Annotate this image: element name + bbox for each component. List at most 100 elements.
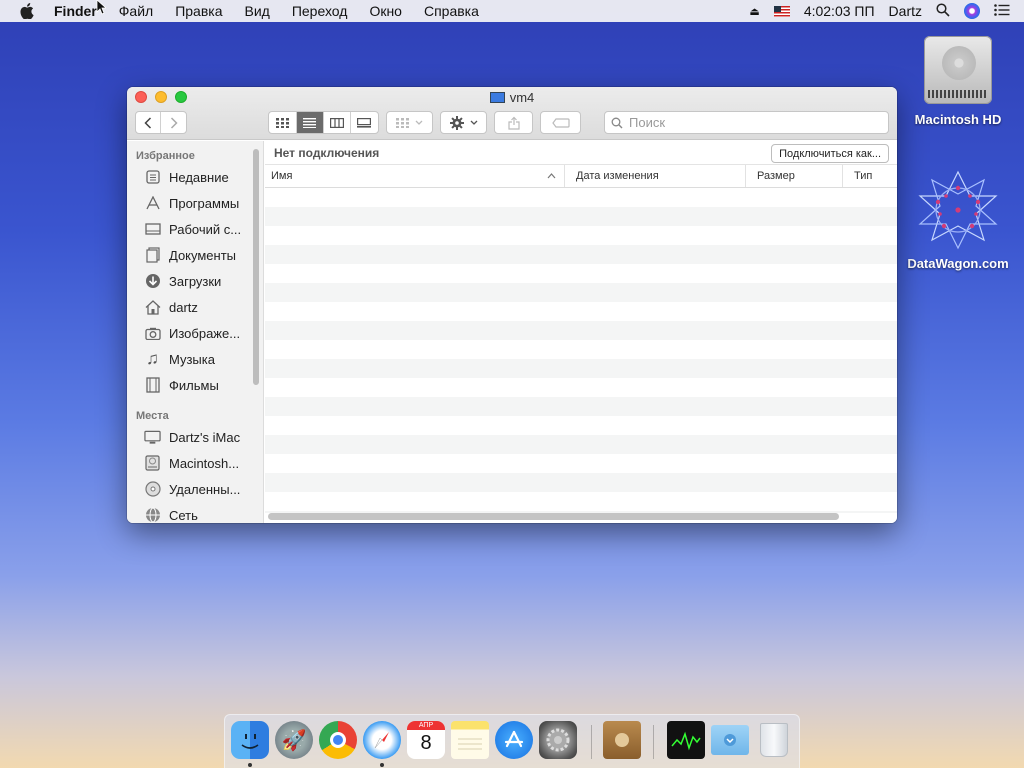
- trash-icon: [760, 723, 788, 757]
- icon-grid-icon: [276, 117, 289, 128]
- sidebar-item-macintosh-hd[interactable]: Macintosh...: [127, 450, 263, 476]
- share-icon: [507, 116, 520, 130]
- notification-center-icon[interactable]: [994, 3, 1010, 19]
- finder-face-icon: [241, 734, 259, 749]
- action-button[interactable]: [440, 111, 487, 134]
- clock[interactable]: 4:02:03 ПП: [804, 3, 875, 19]
- sidebar-item-label: Macintosh...: [169, 455, 240, 471]
- dock-safari[interactable]: [363, 721, 401, 767]
- sidebar-item-home[interactable]: dartz: [127, 294, 263, 320]
- search-field[interactable]: Поиск: [604, 111, 889, 134]
- back-button[interactable]: [136, 112, 162, 133]
- menu-view[interactable]: Вид: [234, 3, 281, 19]
- column-header-name[interactable]: Имя: [265, 165, 565, 187]
- menu-window[interactable]: Окно: [358, 3, 413, 19]
- sidebar-item-label: Удаленны...: [169, 481, 241, 497]
- spotlight-search-icon[interactable]: [936, 2, 950, 20]
- gallery-view-button[interactable]: [351, 112, 378, 133]
- rocket-icon: 🚀: [281, 729, 307, 752]
- sidebar-item-network[interactable]: Сеть: [127, 502, 263, 523]
- sidebar-item-applications[interactable]: Программы: [127, 190, 263, 216]
- forward-button[interactable]: [161, 112, 186, 133]
- chevron-down-icon: [470, 120, 477, 125]
- gear-icon: [546, 728, 570, 752]
- pictures-icon: [144, 325, 161, 342]
- chevron-left-icon: [144, 116, 152, 129]
- download-arrow-icon: [724, 734, 736, 746]
- dock-app-store[interactable]: [495, 721, 533, 759]
- activity-graph-icon: [671, 731, 701, 751]
- menu-help[interactable]: Справка: [413, 3, 490, 19]
- horizontal-scrollbar[interactable]: [268, 513, 839, 520]
- column-header-label: Имя: [271, 170, 293, 182]
- sidebar-item-downloads[interactable]: Загрузки: [127, 268, 263, 294]
- desktop-icon-label: DataWagon.com: [907, 256, 1009, 271]
- sidebar-item-movies[interactable]: Фильмы: [127, 372, 263, 398]
- window-title: vm4: [127, 90, 897, 105]
- network-icon: [144, 507, 161, 524]
- group-by-button[interactable]: [386, 111, 433, 134]
- column-header-label: Размер: [757, 170, 795, 182]
- remote-disc-icon: [144, 481, 161, 498]
- column-view-button[interactable]: [324, 112, 351, 133]
- sidebar-item-label: Dartz's iMac: [169, 429, 241, 445]
- desktop-icon-datawagon[interactable]: DataWagon.com: [898, 168, 1018, 271]
- siri-icon[interactable]: [964, 3, 980, 19]
- icon-view-button[interactable]: [270, 112, 297, 133]
- dock-launchpad[interactable]: 🚀: [275, 721, 313, 759]
- dock-contacts[interactable]: [603, 721, 641, 759]
- file-list-rows[interactable]: [265, 188, 897, 513]
- desktop-icon: [144, 221, 161, 238]
- dock-trash[interactable]: [755, 721, 793, 759]
- connect-as-button[interactable]: Подключиться как...: [771, 144, 889, 163]
- dock-chrome[interactable]: [319, 721, 357, 759]
- search-placeholder: Поиск: [629, 115, 666, 130]
- computer-icon: [489, 92, 505, 103]
- menu-edit[interactable]: Правка: [164, 3, 233, 19]
- sidebar-item-label: Рабочий с...: [169, 221, 242, 237]
- share-button[interactable]: [494, 111, 533, 134]
- title-bar[interactable]: vm4 Поиск: [127, 87, 897, 140]
- recents-icon: [144, 169, 161, 186]
- menu-bar: Finder Файл Правка Вид Переход Окно Спра…: [0, 0, 1024, 22]
- dock: 🚀 АПР 8: [224, 714, 800, 768]
- list-view-button[interactable]: [296, 112, 324, 133]
- eject-icon[interactable]: ⏏: [749, 5, 759, 18]
- menu-file[interactable]: Файл: [108, 3, 164, 19]
- user-name[interactable]: Dartz: [889, 3, 922, 19]
- column-header-kind[interactable]: Тип: [843, 165, 897, 187]
- column-header-size[interactable]: Размер: [746, 165, 843, 187]
- dock-notes[interactable]: [451, 721, 489, 759]
- column-header-date-modified[interactable]: Дата изменения: [565, 165, 746, 187]
- applications-icon: [144, 195, 161, 212]
- sidebar-item-label: Изображе...: [169, 325, 241, 341]
- chevron-down-icon: [415, 120, 423, 125]
- dock-system-preferences[interactable]: [539, 721, 577, 759]
- menu-go[interactable]: Переход: [281, 3, 359, 19]
- sidebar-item-recents[interactable]: Недавние: [127, 164, 263, 190]
- sidebar-item-desktop[interactable]: Рабочий с...: [127, 216, 263, 242]
- dock-downloads-folder[interactable]: [711, 721, 749, 759]
- dock-finder[interactable]: [231, 721, 269, 767]
- sidebar-item-imac[interactable]: Dartz's iMac: [127, 424, 263, 450]
- dock-separator: [591, 725, 592, 759]
- input-source-flag-icon[interactable]: [773, 5, 790, 17]
- dock-activity-monitor[interactable]: [667, 721, 705, 759]
- calendar-day: 8: [420, 732, 432, 754]
- sidebar-item-label: Фильмы: [169, 377, 219, 393]
- column-header-label: Дата изменения: [576, 170, 659, 182]
- nav-buttons: [135, 111, 187, 134]
- sidebar-item-pictures[interactable]: Изображе...: [127, 320, 263, 346]
- tags-button[interactable]: [540, 111, 581, 134]
- running-indicator: [380, 763, 384, 767]
- dock-calendar[interactable]: АПР 8: [407, 721, 445, 759]
- sidebar-item-documents[interactable]: Документы: [127, 242, 263, 268]
- sidebar-item-label: Недавние: [169, 169, 229, 185]
- file-list-area: Нет подключения Подключиться как... Имя …: [265, 141, 897, 523]
- sidebar-item-remote-disc[interactable]: Удаленны...: [127, 476, 263, 502]
- sidebar-scrollbar[interactable]: [253, 149, 259, 385]
- sidebar-item-label: Загрузки: [169, 273, 222, 289]
- sidebar-item-music[interactable]: ♫ Музыка: [127, 346, 263, 372]
- desktop-icon-macintosh-hd[interactable]: Macintosh HD: [898, 32, 1018, 127]
- apple-menu-icon[interactable]: [0, 3, 54, 19]
